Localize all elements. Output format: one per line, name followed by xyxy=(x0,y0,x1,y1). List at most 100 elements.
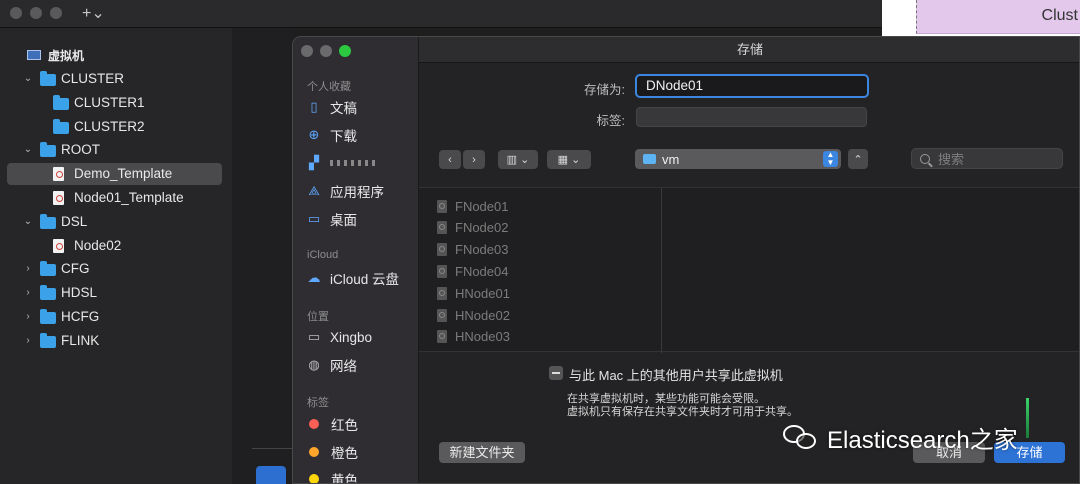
sidebar-item-label: 红色 xyxy=(331,418,358,433)
sidebar-item-downloads[interactable]: ⊕ 下载 xyxy=(307,125,357,145)
collapse-button[interactable]: ⌃ xyxy=(848,149,868,169)
file-name: FNode04 xyxy=(455,263,509,279)
tree-item[interactable]: › FLINK xyxy=(0,330,232,352)
column-view-button[interactable]: ▥ ⌄ xyxy=(498,150,538,169)
file-browser: FNode01 FNode02 FNode03 FNode04 HNode01 HNode… xyxy=(419,187,1079,353)
search-icon xyxy=(920,153,930,164)
tree-item[interactable]: ⌄ ROOT xyxy=(0,139,232,161)
chevron-down-icon[interactable]: ⌄ xyxy=(23,216,33,227)
column-divider[interactable] xyxy=(661,188,662,353)
group-view-button[interactable]: ▦ ⌄ xyxy=(547,150,591,169)
wechat-logo-icon xyxy=(783,423,817,451)
sidebar-item-desktop[interactable]: ▭ 桌面 xyxy=(307,209,357,229)
chevron-right-icon[interactable]: › xyxy=(23,311,33,322)
folder-icon xyxy=(40,309,56,324)
vm-file-icon xyxy=(437,199,447,213)
file-list-item[interactable]: HNode02 xyxy=(437,304,510,326)
close-window-button[interactable] xyxy=(10,7,22,19)
location-select[interactable]: vm ▲ ▼ xyxy=(635,149,841,169)
sidebar-item-hidden[interactable]: ▞ xyxy=(307,153,378,173)
tree-item-label: CLUSTER2 xyxy=(74,118,145,134)
forward-button[interactable]: › xyxy=(463,150,485,169)
sidebar-item-network[interactable]: ◍ 网络 xyxy=(307,355,357,375)
file-list-item[interactable]: HNode03 xyxy=(437,326,510,348)
sidebar-item-label: 应用程序 xyxy=(330,185,384,200)
tags-label: 标签: xyxy=(596,114,625,128)
new-tab-button[interactable]: +⌄ xyxy=(82,3,105,23)
blurred-label xyxy=(330,160,378,166)
chevron-right-icon[interactable]: › xyxy=(23,287,33,298)
chevron-right-icon[interactable]: › xyxy=(23,335,33,346)
cluster-card[interactable]: Clust xyxy=(916,0,1080,34)
window-toolbar: +⌄ xyxy=(0,0,882,28)
tree-item[interactable]: Demo_Template xyxy=(7,163,222,186)
share-checkbox[interactable] xyxy=(549,366,563,380)
tree-item[interactable]: ⌄ DSL xyxy=(0,211,232,233)
file-name: HNode03 xyxy=(455,329,510,345)
vm-content-area xyxy=(232,28,292,484)
sidebar-tag-yellow[interactable]: 黄色 xyxy=(307,469,358,484)
search-input[interactable]: 搜索 xyxy=(911,148,1063,169)
sidebar-item-documents[interactable]: ▯ 文稿 xyxy=(307,97,357,117)
favorites-header: 个人收藏 xyxy=(307,81,351,93)
tree-item-label: DSL xyxy=(61,213,88,229)
tree-item[interactable]: › HCFG xyxy=(0,306,232,328)
tree-item-label: FLINK xyxy=(61,332,100,348)
file-list-item[interactable]: FNode04 xyxy=(437,260,508,282)
globe-icon: ◍ xyxy=(308,357,320,372)
orange-tag-icon xyxy=(309,447,319,457)
sidebar-tag-orange[interactable]: 橙色 xyxy=(307,442,358,462)
save-as-label: 存储为: xyxy=(584,83,625,97)
vm-app-icon[interactable] xyxy=(256,466,286,484)
search-placeholder: 搜索 xyxy=(938,152,965,167)
tree-item-label: HDSL xyxy=(61,285,98,301)
folder-icon xyxy=(40,142,56,158)
dialog-close-button[interactable] xyxy=(301,45,313,57)
chevron-down-icon[interactable]: ⌄ xyxy=(23,144,33,155)
file-list-item[interactable]: FNode01 xyxy=(437,195,508,217)
chevron-right-icon[interactable]: › xyxy=(23,263,33,274)
file-list-item[interactable]: FNode02 xyxy=(437,217,508,239)
tree-item[interactable]: Node02 xyxy=(0,235,232,257)
zoom-window-button[interactable] xyxy=(50,7,62,19)
sidebar-item-label: iCloud 云盘 xyxy=(330,272,400,287)
tree-item[interactable]: ⌄ CLUSTER xyxy=(0,68,232,90)
tree-item[interactable]: CLUSTER2 xyxy=(0,116,232,138)
chevron-down-icon[interactable]: ⌄ xyxy=(23,73,33,84)
home-icon: ▞ xyxy=(309,155,319,170)
vm-file-icon xyxy=(437,308,447,322)
file-list-item[interactable]: FNode03 xyxy=(437,239,508,261)
location-value: vm xyxy=(662,151,680,167)
save-as-input[interactable]: DNode01 xyxy=(635,74,869,98)
dialog-zoom-button[interactable] xyxy=(339,45,351,57)
sidebar-tag-red[interactable]: 红色 xyxy=(307,414,358,434)
save-dialog: 个人收藏 ▯ 文稿 ⊕ 下载 ▞ ⟁ 应用程序 ▭ 桌面 iCloud ☁ iC… xyxy=(292,36,1080,484)
back-button[interactable]: ‹ xyxy=(439,150,461,169)
tree-item-label: ROOT xyxy=(61,142,100,158)
file-name: HNode01 xyxy=(455,285,510,301)
sidebar-item-label: Xingbo xyxy=(330,329,373,345)
file-name: HNode02 xyxy=(455,307,510,323)
file-list-item[interactable]: HNode01 xyxy=(437,282,510,304)
minimize-window-button[interactable] xyxy=(30,7,42,19)
dialog-minimize-button[interactable] xyxy=(320,45,332,57)
tree-item[interactable]: CLUSTER1 xyxy=(0,92,232,114)
sidebar-item-icloud-drive[interactable]: ☁ iCloud 云盘 xyxy=(307,268,400,288)
new-folder-button[interactable]: 新建文件夹 xyxy=(439,442,525,463)
updown-chevron-icon: ▲ ▼ xyxy=(823,151,838,167)
tree-item[interactable]: › HDSL xyxy=(0,282,232,304)
sidebar-item-label: 橙色 xyxy=(331,446,358,461)
sidebar-item-applications[interactable]: ⟁ 应用程序 xyxy=(307,181,384,201)
red-tag-icon xyxy=(309,419,319,429)
tree-item[interactable]: Node01_Template xyxy=(0,187,232,209)
sidebar-item-label: 黄色 xyxy=(331,473,358,484)
tree-item[interactable]: › CFG xyxy=(0,258,232,280)
tags-input[interactable] xyxy=(636,107,867,127)
tree-item-label: HCFG xyxy=(61,309,100,324)
sidebar-item-xingbo[interactable]: ▭ Xingbo xyxy=(307,327,372,347)
tree-root-vms[interactable]: 虚拟机 xyxy=(0,44,232,66)
dialog-main: 存储 存储为: DNode01 标签: ‹ › ▥ ⌄ ▦ ⌄ vm ▲ ▼ ⌃ … xyxy=(419,37,1079,483)
document-icon: ▯ xyxy=(310,99,318,114)
vm-file-icon xyxy=(437,330,447,344)
sidebar-item-label: 桌面 xyxy=(330,213,357,228)
